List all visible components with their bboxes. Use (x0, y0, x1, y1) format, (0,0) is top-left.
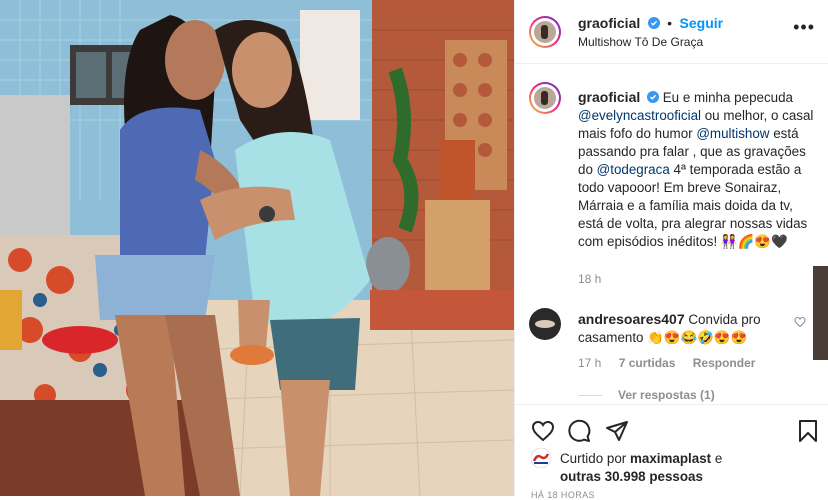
post-caption: graoficial Eu e minha pepecuda @evelynca… (578, 88, 814, 251)
liker-avatar[interactable] (530, 447, 552, 473)
post-photo[interactable] (0, 0, 514, 496)
caption-text-1: Eu e minha pepecuda (662, 90, 794, 105)
mention-link[interactable]: @evelyncastrooficial (578, 108, 701, 123)
post-side-panel: graoficial • Seguir Multishow Tô De Graç… (514, 0, 828, 500)
action-bar (515, 404, 828, 454)
view-replies[interactable]: Ver respostas (1) (578, 388, 715, 402)
comment-emojis: 👏😍😂🤣😍😍 (647, 330, 748, 345)
verified-badge-icon (646, 91, 659, 103)
mention-link[interactable]: @multishow (696, 126, 769, 141)
reply-button[interactable]: Responder (693, 356, 756, 370)
share-paper-plane-icon[interactable] (605, 419, 629, 443)
caption-timestamp[interactable]: 18 h (578, 272, 601, 286)
bullet-separator: • (667, 15, 673, 31)
liked-by-others[interactable]: outras 30.998 pessoas (560, 469, 703, 484)
comment: andresoares407 Convida pro casamento 👏😍😂… (578, 310, 798, 347)
location-link[interactable]: Multishow Tô De Graça (578, 35, 703, 49)
scrollbar[interactable] (813, 266, 828, 360)
liked-by-middle: e (711, 451, 723, 466)
post-photo-image (0, 0, 514, 496)
liked-by-user[interactable]: maximaplast (630, 451, 711, 466)
view-replies-label[interactable]: Ver respostas (1) (618, 388, 715, 402)
mention-link[interactable]: @todegraca (597, 162, 670, 177)
caption-avatar[interactable] (529, 82, 561, 114)
liked-by-prefix: Curtido por (560, 451, 630, 466)
author-username[interactable]: graoficial (578, 15, 640, 31)
post-timestamp[interactable]: HÁ 18 HORAS (531, 490, 595, 500)
post-header: graoficial • Seguir Multishow Tô De Graç… (515, 0, 828, 64)
verified-badge-icon (647, 17, 660, 29)
comment-meta: 17 h 7 curtidas Responder (578, 356, 769, 370)
liker-avatar-logo (530, 447, 552, 469)
replies-divider (578, 395, 602, 397)
caption-username[interactable]: graoficial (578, 89, 640, 105)
comment-bubble-icon[interactable] (567, 419, 591, 443)
follow-button[interactable]: Seguir (680, 15, 724, 31)
heart-outline-icon[interactable] (794, 316, 806, 328)
comment-timestamp[interactable]: 17 h (578, 356, 601, 370)
commenter-username[interactable]: andresoares407 (578, 311, 685, 327)
liked-by: Curtido por maximaplast e outras 30.998 … (560, 450, 810, 486)
author-avatar[interactable] (529, 16, 561, 48)
comment-likes[interactable]: 7 curtidas (619, 356, 676, 370)
author-line: graoficial • Seguir (578, 15, 723, 33)
caption-emojis: 👭🌈😍🖤 (720, 234, 788, 249)
save-bookmark-icon[interactable] (797, 419, 819, 443)
more-horizontal-icon[interactable]: ••• (793, 18, 815, 36)
like-heart-icon[interactable] (531, 419, 555, 443)
commenter-avatar[interactable] (529, 308, 561, 340)
